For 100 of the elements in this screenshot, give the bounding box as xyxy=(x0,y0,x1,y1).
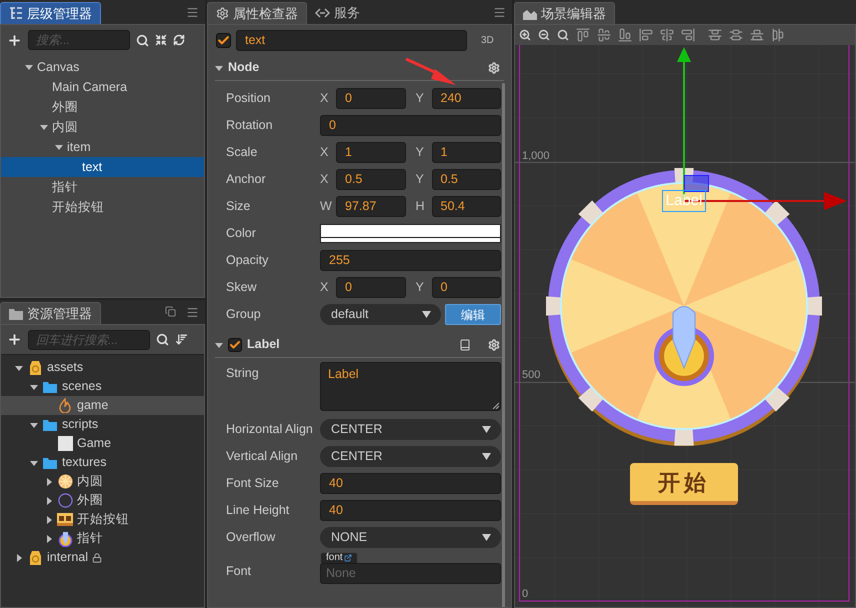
align-left-icon[interactable] xyxy=(639,28,653,42)
caret-icon[interactable] xyxy=(30,420,38,428)
color-swatch[interactable] xyxy=(320,224,501,243)
asset-item[interactable]: 外圈 xyxy=(1,491,204,510)
caret-icon[interactable] xyxy=(55,143,63,151)
dropdown[interactable]: CENTER xyxy=(320,419,501,440)
start-button[interactable]: 开始 xyxy=(630,463,738,505)
distribute-top-icon[interactable] xyxy=(708,28,722,42)
tree-item[interactable]: 开始按钮 xyxy=(1,197,204,217)
caret-icon[interactable] xyxy=(215,340,223,348)
asset-item[interactable]: 开始按钮 xyxy=(1,510,204,529)
number-field[interactable]: 40 xyxy=(320,473,501,494)
tree-item[interactable]: text xyxy=(1,157,204,177)
asset-item[interactable]: textures xyxy=(1,453,204,472)
property-label: Scale xyxy=(226,144,258,162)
scrollbar[interactable] xyxy=(502,83,505,607)
add-icon[interactable] xyxy=(7,32,22,48)
dropdown[interactable]: default xyxy=(320,304,441,325)
panel-tab[interactable]: 层级管理器 xyxy=(0,2,101,24)
resize-grip-icon[interactable] xyxy=(492,402,499,409)
number-field[interactable]: 50.4 xyxy=(432,196,501,217)
edit-button[interactable]: 编辑 xyxy=(445,304,501,325)
external-link-icon[interactable] xyxy=(344,554,352,562)
number-field[interactable]: 1 xyxy=(432,142,501,163)
number-field[interactable]: 40 xyxy=(320,500,501,521)
asset-item[interactable]: assets xyxy=(1,358,204,377)
caret-icon[interactable] xyxy=(45,516,53,524)
number-field[interactable]: 1 xyxy=(336,142,406,163)
asset-item[interactable]: scripts xyxy=(1,415,204,434)
search-icon[interactable] xyxy=(136,34,149,46)
number-field[interactable]: 0.5 xyxy=(336,169,406,190)
dropdown[interactable]: NONE xyxy=(320,527,501,548)
panel-tab[interactable]: 场景编辑器 xyxy=(514,2,615,24)
add-icon[interactable] xyxy=(7,332,22,347)
tree-item[interactable]: 内圆 xyxy=(1,117,204,137)
number-field[interactable]: 240 xyxy=(432,88,501,109)
settings-icon[interactable] xyxy=(488,338,500,350)
number-field[interactable]: 0.5 xyxy=(432,169,501,190)
folder-icon xyxy=(43,380,57,392)
caret-icon[interactable] xyxy=(30,382,38,390)
zoom-in-icon[interactable] xyxy=(519,29,531,41)
sort-icon[interactable] xyxy=(175,333,188,346)
settings-icon[interactable] xyxy=(488,62,500,74)
section-title[interactable]: Label xyxy=(247,335,454,354)
caret-icon[interactable] xyxy=(15,364,23,372)
asset-item[interactable]: internal xyxy=(1,548,204,567)
align-right-icon[interactable] xyxy=(681,28,695,42)
tree-item[interactable]: 外圈 xyxy=(1,97,204,117)
caret-icon[interactable] xyxy=(215,64,223,72)
asset-item[interactable]: game xyxy=(1,396,204,415)
number-field[interactable]: 255 xyxy=(320,250,501,271)
number-field[interactable]: 0 xyxy=(320,115,501,136)
node-name-field[interactable]: text xyxy=(236,30,467,50)
tree-item[interactable]: Canvas xyxy=(1,57,204,77)
number-field[interactable]: 0 xyxy=(336,88,406,109)
menu-icon[interactable] xyxy=(493,6,506,19)
tree-item[interactable]: 指针 xyxy=(1,177,204,197)
distribute-middle-icon[interactable] xyxy=(729,28,743,42)
caret-icon[interactable] xyxy=(30,458,38,466)
collapse-icon[interactable] xyxy=(155,34,167,46)
tree-item[interactable]: Main Camera xyxy=(1,77,204,97)
caret-icon[interactable] xyxy=(40,123,48,131)
book-icon[interactable] xyxy=(459,338,471,350)
distribute-left-icon[interactable] xyxy=(771,28,785,42)
zoom-reset-icon[interactable] xyxy=(557,29,569,41)
refresh-icon[interactable] xyxy=(173,34,185,46)
panel-tab[interactable]: 属性检查器 xyxy=(207,2,307,24)
number-field[interactable]: 0 xyxy=(336,277,406,298)
component-checkbox[interactable] xyxy=(228,338,242,352)
menu-icon[interactable] xyxy=(186,6,199,19)
distribute-bottom-icon[interactable] xyxy=(750,28,764,42)
tree-item[interactable]: item xyxy=(1,137,204,157)
active-checkbox[interactable] xyxy=(216,32,231,48)
caret-icon[interactable] xyxy=(25,63,33,71)
asset-item[interactable]: scenes xyxy=(1,377,204,396)
align-center-icon[interactable] xyxy=(660,28,674,42)
caret-icon[interactable] xyxy=(45,534,53,542)
caret-icon[interactable] xyxy=(15,554,23,562)
number-field[interactable]: 0 xyxy=(432,277,501,298)
dropdown[interactable]: CENTER xyxy=(320,446,501,467)
number-field[interactable]: 97.87 xyxy=(336,196,406,217)
align-bottom-icon[interactable] xyxy=(618,28,632,42)
typescript-file-icon xyxy=(58,436,72,451)
popout-icon[interactable] xyxy=(165,306,176,317)
align-top-icon[interactable] xyxy=(576,28,590,42)
align-middle-icon[interactable] xyxy=(597,28,611,42)
caret-icon[interactable] xyxy=(45,478,53,486)
asset-item[interactable]: Game xyxy=(1,434,204,453)
ruler-label: 500 xyxy=(522,368,540,383)
asset-item[interactable]: 指针 xyxy=(1,529,204,548)
section-title[interactable]: Node xyxy=(228,58,483,77)
asset-type-tag: font xyxy=(320,552,358,563)
menu-icon[interactable] xyxy=(186,306,199,319)
asset-item[interactable]: 内圆 xyxy=(1,472,204,491)
search-icon[interactable] xyxy=(156,333,169,346)
rect-handle[interactable] xyxy=(684,175,709,192)
panel-tab[interactable]: 资源管理器 xyxy=(0,302,101,324)
zoom-out-icon[interactable] xyxy=(538,29,550,41)
text-area[interactable]: Label xyxy=(320,362,501,411)
caret-icon[interactable] xyxy=(45,496,53,504)
